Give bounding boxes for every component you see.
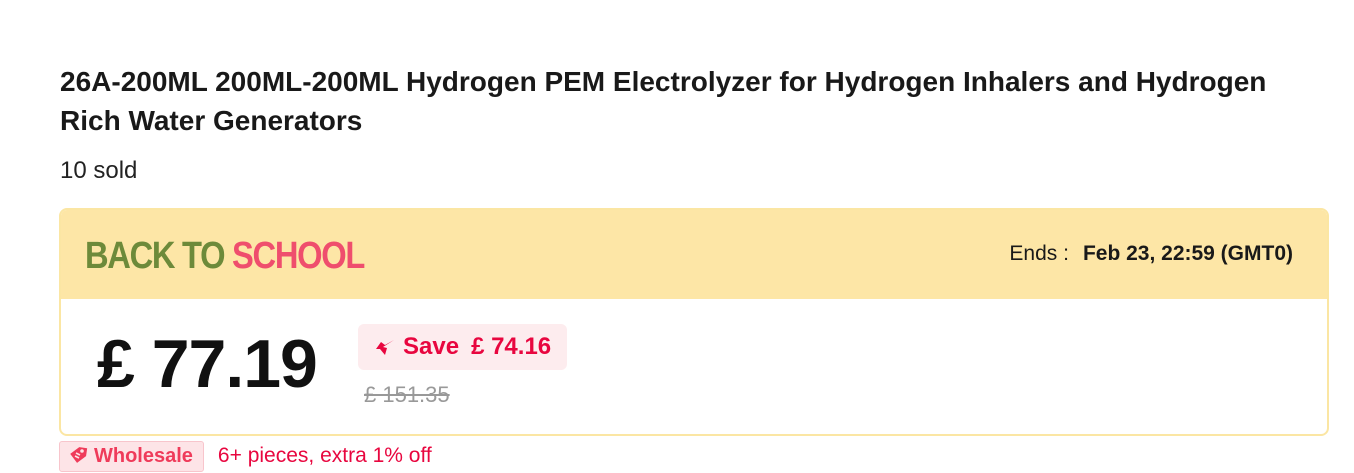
save-amount: £ 74.16 [471, 333, 552, 360]
ends-label: Ends : [1009, 242, 1069, 265]
ends-date: Feb 23, 22:59 (GMT0) [1082, 242, 1293, 265]
tag-icon [70, 447, 88, 463]
promo-title: BACK TO SCHOOL [85, 234, 365, 278]
current-price: £ 77.19 [97, 326, 318, 402]
wholesale-row: Wholesale 6+ pieces, extra 1% off [59, 440, 432, 472]
deal-end-time: Ends : Feb 23, 22:59 (GMT0) [1009, 241, 1293, 267]
down-arrow-icon [376, 340, 394, 355]
product-title: 26A-200ML 200ML-200ML Hydrogen PEM Elect… [60, 66, 1267, 136]
sold-count: 10 sold [60, 157, 138, 184]
wholesale-badge: Wholesale [59, 440, 204, 472]
product-info-panel: 26A-200ML 200ML-200ML Hydrogen PEM Elect… [0, 0, 1354, 473]
wholesale-offer-text: 6+ pieces, extra 1% off [217, 444, 432, 467]
save-label: Save [403, 333, 460, 360]
deal-header: BACK TO SCHOOL Ends : Feb 23, 22:59 (GMT0… [61, 210, 1327, 299]
deal-card: BACK TO SCHOOL Ends : Feb 23, 22:59 (GMT0… [59, 208, 1329, 436]
promo-title-back: BACK TO [85, 235, 233, 277]
wholesale-label: Wholesale [94, 444, 193, 467]
save-badge: Save £ 74.16 [358, 324, 568, 370]
original-price: £ 151.35 [364, 382, 450, 407]
promo-title-school: SCHOOL [232, 235, 365, 277]
